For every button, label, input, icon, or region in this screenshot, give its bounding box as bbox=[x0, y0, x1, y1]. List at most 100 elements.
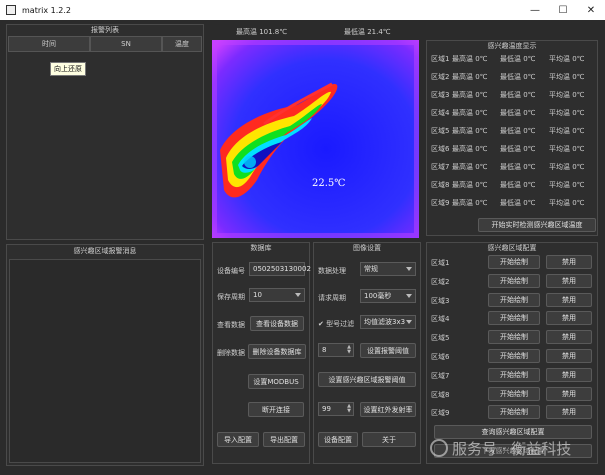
request-period-value: 100毫秒 bbox=[364, 292, 392, 300]
column-header-sn[interactable]: SN bbox=[90, 36, 162, 52]
start-draw-button[interactable]: 开始绘制 bbox=[488, 367, 540, 382]
roi-max-temp: 最高温 0℃ bbox=[452, 109, 488, 117]
threshold-spinbox[interactable]: 8 ▲ ▼ bbox=[318, 343, 354, 357]
roi-max-temp: 最高温 0℃ bbox=[452, 145, 488, 153]
close-icon[interactable]: ✕ bbox=[577, 0, 605, 20]
roi-min-temp: 最低温 0℃ bbox=[500, 109, 536, 117]
request-period-select[interactable]: 100毫秒 bbox=[360, 289, 416, 303]
filter-value: 均值滤波3x3 bbox=[364, 318, 406, 326]
about-button[interactable]: 关于 bbox=[362, 432, 416, 447]
minimize-icon[interactable]: — bbox=[521, 0, 549, 20]
roi-min-temp: 最低温 0℃ bbox=[500, 127, 536, 135]
roi-avg-temp: 平均温 0℃ bbox=[549, 109, 585, 117]
roi-message-list[interactable] bbox=[9, 259, 201, 463]
roi-max-temp: 最高温 0℃ bbox=[452, 127, 488, 135]
image-settings-title: 图像设置 bbox=[353, 244, 381, 252]
query-device-data-button[interactable]: 查看设备数据 bbox=[250, 316, 304, 331]
roi-min-temp: 最低温 0℃ bbox=[500, 199, 536, 207]
processing-select[interactable]: 常规 bbox=[360, 262, 416, 276]
delete-data-label: 删除数据 bbox=[217, 349, 245, 357]
spin-arrows-icon[interactable]: ▲ ▼ bbox=[347, 404, 351, 414]
disable-roi-button[interactable]: 禁用 bbox=[546, 349, 592, 363]
set-alarm-threshold-button[interactable]: 设置报警阈值 bbox=[360, 343, 416, 358]
disable-roi-button[interactable]: 禁用 bbox=[546, 367, 592, 382]
spin-arrows-icon[interactable]: ▲ ▼ bbox=[347, 345, 351, 355]
device-id-field[interactable]: 0502503130002 bbox=[249, 262, 311, 276]
column-header-temp[interactable]: 温度 bbox=[162, 36, 202, 52]
disable-roi-button[interactable]: 禁用 bbox=[546, 273, 592, 288]
roi-temp-zone-label: 区域4 bbox=[431, 109, 450, 117]
import-config-button[interactable]: 导入配置 bbox=[217, 432, 259, 447]
start-draw-button[interactable]: 开始绘制 bbox=[488, 349, 540, 363]
start-draw-button[interactable]: 开始绘制 bbox=[488, 330, 540, 345]
disconnect-button[interactable]: 断开连接 bbox=[248, 402, 304, 417]
request-period-label: 请求周期 bbox=[318, 294, 346, 302]
device-config-button[interactable]: 设备配置 bbox=[318, 432, 358, 447]
disable-roi-button[interactable]: 禁用 bbox=[546, 255, 592, 269]
disable-roi-button[interactable]: 禁用 bbox=[546, 330, 592, 345]
set-modbus-button[interactable]: 设置MODBUS bbox=[248, 374, 304, 389]
processing-label: 数据处理 bbox=[318, 267, 346, 275]
roi-temp-zone-label: 区域1 bbox=[431, 55, 450, 63]
roi-max-temp: 最高温 0℃ bbox=[452, 199, 488, 207]
disable-roi-button[interactable]: 禁用 bbox=[546, 405, 592, 420]
roi-config-zone-label: 区域7 bbox=[431, 371, 450, 380]
start-draw-button[interactable]: 开始绘制 bbox=[488, 273, 540, 288]
export-config-button[interactable]: 导出配置 bbox=[263, 432, 305, 447]
roi-config-zone-label: 区域4 bbox=[431, 315, 450, 324]
start-roi-monitor-button[interactable]: 开始实时检测感兴趣区域温度 bbox=[478, 218, 596, 232]
chevron-down-icon bbox=[295, 293, 301, 297]
roi-temp-zone-label: 区域5 bbox=[431, 127, 450, 135]
roi-avg-temp: 平均温 0℃ bbox=[549, 55, 585, 63]
set-roi-threshold-button[interactable]: 设置感兴趣区域报警阈值 bbox=[318, 372, 416, 387]
roi-min-temp: 最低温 0℃ bbox=[500, 91, 536, 99]
title-bar: matrix 1.2.2 — ☐ ✕ bbox=[0, 0, 605, 20]
start-draw-button[interactable]: 开始绘制 bbox=[488, 386, 540, 401]
roi-config-zone-label: 区域2 bbox=[431, 277, 450, 286]
retention-select[interactable]: 10 bbox=[249, 288, 305, 302]
start-draw-button[interactable]: 开始绘制 bbox=[488, 255, 540, 269]
retention-label: 保存周期 bbox=[217, 293, 245, 301]
maximize-icon[interactable]: ☐ bbox=[549, 0, 577, 20]
column-header-time[interactable]: 时间 bbox=[8, 36, 90, 52]
checkmark-icon: ✔ bbox=[318, 320, 327, 328]
roi-avg-temp: 平均温 0℃ bbox=[549, 145, 585, 153]
roi-min-temp: 最低温 0℃ bbox=[500, 73, 536, 81]
min-temp-label: 最低温 21.4℃ bbox=[344, 28, 391, 36]
start-draw-button[interactable]: 开始绘制 bbox=[488, 405, 540, 420]
set-emissivity-button[interactable]: 设置红外发射率 bbox=[360, 402, 416, 417]
filter-select[interactable]: 均值滤波3x3 bbox=[360, 315, 416, 329]
roi-config-title: 感兴趣区域配置 bbox=[487, 244, 537, 252]
roi-temp-zone-label: 区域7 bbox=[431, 163, 450, 171]
roi-temp-zone-label: 区域2 bbox=[431, 73, 450, 81]
roi-max-temp: 最高温 0℃ bbox=[452, 55, 488, 63]
emissivity-spinbox[interactable]: 99 ▲ ▼ bbox=[318, 402, 354, 416]
roi-avg-temp: 平均温 0℃ bbox=[549, 163, 585, 171]
cursor-temp: 22.5℃ bbox=[312, 178, 346, 189]
threshold-value: 8 bbox=[322, 346, 327, 354]
roi-avg-temp: 平均温 0℃ bbox=[549, 181, 585, 189]
chevron-down-icon bbox=[406, 294, 412, 298]
roi-min-temp: 最低温 0℃ bbox=[500, 55, 536, 63]
roi-config-zone-label: 区域9 bbox=[431, 409, 450, 418]
disable-roi-button[interactable]: 禁用 bbox=[546, 311, 592, 326]
thermal-image[interactable]: 22.5℃ bbox=[212, 40, 419, 238]
start-draw-button[interactable]: 开始绘制 bbox=[488, 292, 540, 307]
filter-checkbox[interactable]: ✔ 型号过滤 bbox=[318, 319, 354, 329]
disable-roi-button[interactable]: 禁用 bbox=[546, 386, 592, 401]
emissivity-value: 99 bbox=[322, 405, 331, 413]
delete-device-db-button[interactable]: 删除设备数据库 bbox=[248, 344, 306, 359]
wechat-icon bbox=[430, 439, 448, 457]
roi-min-temp: 最低温 0℃ bbox=[500, 181, 536, 189]
roi-config-zone-label: 区域3 bbox=[431, 296, 450, 305]
roi-temp-zone-label: 区域3 bbox=[431, 91, 450, 99]
query-roi-config-button[interactable]: 查询感兴趣区域配置 bbox=[434, 425, 592, 439]
roi-avg-temp: 平均温 0℃ bbox=[549, 127, 585, 135]
restore-tooltip: 向上还原 bbox=[50, 62, 86, 76]
roi-config-zone-label: 区域6 bbox=[431, 353, 450, 361]
start-draw-button[interactable]: 开始绘制 bbox=[488, 311, 540, 326]
roi-message-panel: 感兴趣区域报警消息 bbox=[6, 244, 204, 466]
disable-roi-button[interactable]: 禁用 bbox=[546, 292, 592, 307]
filter-label: 型号过滤 bbox=[326, 320, 355, 328]
roi-avg-temp: 平均温 0℃ bbox=[549, 199, 585, 207]
